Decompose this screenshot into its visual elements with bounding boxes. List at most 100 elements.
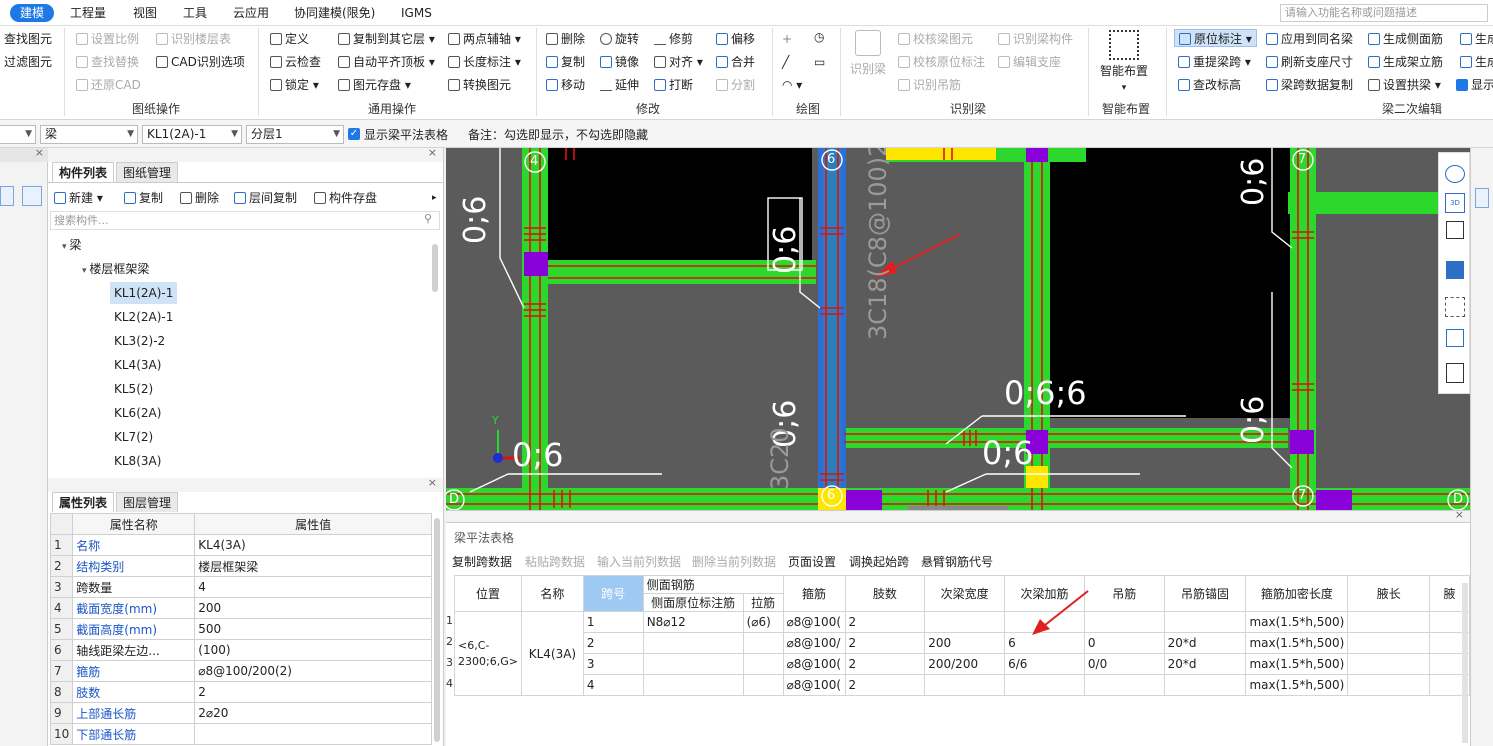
cell-dense-length[interactable]: max(1.5*h,500) xyxy=(1245,674,1349,696)
beam-table-row[interactable]: 4 ⌀8@100(2 max(1.5*h,500) xyxy=(455,674,1470,696)
function-search-input[interactable]: 请输入功能名称或问题描述 xyxy=(1280,4,1488,22)
cell-span[interactable]: 1 xyxy=(582,611,644,633)
cube-icon[interactable] xyxy=(1446,221,1464,239)
property-row[interactable]: 7 箍筋 ⌀8@100/200(2) xyxy=(49,660,432,682)
merge-button[interactable]: 合并 xyxy=(716,53,755,71)
property-value[interactable]: (100) xyxy=(194,639,432,661)
menu-quantity[interactable]: 工程量 xyxy=(70,4,106,22)
cell-span[interactable]: 2 xyxy=(582,632,644,654)
cell-haunch-length[interactable] xyxy=(1347,632,1431,654)
cell-side-in-situ[interactable]: N8⌀12 xyxy=(642,611,744,633)
component-search-input[interactable]: 搜索构件... xyxy=(50,211,440,230)
show-table-checkbox[interactable]: ✓ xyxy=(348,128,360,140)
cad-options-button[interactable]: CAD识别选项 xyxy=(156,53,245,71)
cell-sec-width[interactable] xyxy=(924,611,1006,633)
tree-scrollbar[interactable] xyxy=(432,244,438,292)
cell-sec-width[interactable]: 200/200 xyxy=(924,653,1006,675)
save-component-button[interactable]: 构件存盘 xyxy=(314,189,377,207)
cell-tie-bar[interactable] xyxy=(742,674,784,696)
group-label-beam-edit[interactable]: 梁二次编辑 xyxy=(1382,100,1442,117)
fit-view-icon[interactable] xyxy=(1445,297,1465,317)
lock-button[interactable]: 锁定 ▾ xyxy=(270,76,319,94)
tree-group-frame-beam[interactable]: ▾ 楼层框架梁 xyxy=(82,258,149,280)
cell-dense-length[interactable]: max(1.5*h,500) xyxy=(1245,653,1349,675)
property-row[interactable]: 2 结构类别 楼层框架梁 xyxy=(49,555,432,577)
property-row[interactable]: 4 截面宽度(mm) 200 xyxy=(49,597,432,619)
close-icon[interactable]: × xyxy=(1455,508,1464,521)
cell-hanger[interactable]: 0/0 xyxy=(1083,653,1165,675)
tree-item-kl4[interactable]: KL4(3A) xyxy=(114,354,161,376)
smart-layout-button[interactable]: 智能布置 ▾ xyxy=(1094,30,1154,93)
recognize-hanger-button[interactable]: 识别吊筋 xyxy=(898,76,961,94)
property-row[interactable]: 3 跨数量 4 xyxy=(49,576,432,598)
tree-item-kl7[interactable]: KL7(2) xyxy=(114,426,153,448)
re-span-button[interactable]: 重提梁跨 ▾ xyxy=(1178,53,1251,71)
apply-same-name-button[interactable]: 应用到同名梁 xyxy=(1266,30,1353,48)
cell-dense-length[interactable]: max(1.5*h,500) xyxy=(1245,632,1349,654)
cell-tie-bar[interactable] xyxy=(742,632,784,654)
orbit-icon[interactable] xyxy=(1445,165,1465,183)
swap-start-span-action[interactable]: 调换起始跨 xyxy=(849,553,909,570)
extend-button[interactable]: 延伸 xyxy=(600,76,639,94)
tree-item-kl3[interactable]: KL3(2)-2 xyxy=(114,330,165,352)
copy-span-data-button[interactable]: 梁跨数据复制 xyxy=(1266,76,1353,94)
cell-haunch-length[interactable] xyxy=(1347,674,1431,696)
component-select[interactable]: KL1(2A)-1 ▼ xyxy=(142,125,242,144)
cell-stirrup[interactable]: ⌀8@100/ xyxy=(782,632,846,654)
menu-view[interactable]: 视图 xyxy=(133,4,157,22)
cell-dense-length[interactable]: max(1.5*h,500) xyxy=(1245,611,1349,633)
refresh-support-button[interactable]: 刷新支座尺寸 xyxy=(1266,53,1353,71)
cell-tie-bar[interactable]: (⌀6) xyxy=(742,611,784,633)
menu-tools[interactable]: 工具 xyxy=(183,4,207,22)
list-view-icon[interactable] xyxy=(0,186,14,206)
cell-haunch-length[interactable] xyxy=(1347,653,1431,675)
cell-hanger[interactable] xyxy=(1083,611,1165,633)
check-beam-button[interactable]: 校核梁图元 xyxy=(898,30,973,48)
cell-legs[interactable]: 2 xyxy=(844,674,926,696)
cell-side-in-situ[interactable] xyxy=(642,674,744,696)
delete-button[interactable]: 删除 xyxy=(546,30,585,48)
cloud-check-button[interactable]: 云检查 xyxy=(270,53,321,71)
menu-modeling[interactable]: 建模 xyxy=(10,4,55,22)
trim-button[interactable]: 修剪 xyxy=(654,30,693,48)
element-save-button[interactable]: 图元存盘 ▾ xyxy=(338,76,411,94)
property-value[interactable]: 500 xyxy=(194,618,432,640)
group-label-modify[interactable]: 修改 xyxy=(636,100,660,117)
menu-collab[interactable]: 协同建模(限免) xyxy=(294,4,375,22)
check-support-button[interactable]: 校核原位标注 xyxy=(898,53,985,71)
tab-component-list[interactable]: 构件列表 xyxy=(52,162,115,182)
tree-item-kl2[interactable]: KL2(2A)-1 xyxy=(114,306,173,328)
recognize-floor-button[interactable]: 识别楼层表 xyxy=(156,30,231,48)
draw-line-icon[interactable]: ╱ xyxy=(782,53,789,71)
element-type-select[interactable]: 梁 ▼ xyxy=(40,125,138,144)
beam-table-row[interactable]: <6,C-2300;6,G> KL4(3A) 1 N8⌀12 (⌀6) ⌀8@100(2 m… xyxy=(454,611,1470,696)
draw-rect-icon[interactable]: ▭ xyxy=(814,53,825,71)
cell-legs[interactable]: 2 xyxy=(844,632,926,654)
more-actions-icon[interactable]: ▸ xyxy=(432,189,437,207)
property-value[interactable]: 2⌀20 xyxy=(194,702,432,724)
cell-sec-width[interactable]: 200 xyxy=(924,632,1006,654)
property-row[interactable]: 6 轴线距梁左边... (100) xyxy=(49,639,432,661)
paste-span-data-action[interactable]: 粘贴跨数据 xyxy=(525,553,585,570)
group-label-drawing-ops[interactable]: 图纸操作 xyxy=(132,100,180,117)
tree-item-kl8[interactable]: KL8(3A) xyxy=(114,450,161,472)
close-icon[interactable]: × xyxy=(428,146,437,159)
table-scrollbar[interactable] xyxy=(1462,583,1468,743)
property-value[interactable]: KL4(3A) xyxy=(194,534,432,556)
display-box-icon[interactable] xyxy=(1446,329,1464,347)
cell-stirrup[interactable]: ⌀8@100( xyxy=(782,611,846,633)
tree-item-kl1[interactable]: KL1(2A)-1 xyxy=(110,282,178,304)
cantilever-code-action[interactable]: 悬臂钢筋代号 xyxy=(921,553,993,570)
beam-table-row[interactable]: 2 ⌀8@100/2 200 6 0 20*d max(1.5*h,500) xyxy=(455,632,1470,654)
gen-more-button[interactable]: 生成 xyxy=(1460,30,1493,48)
delete-column-action[interactable]: 删除当前列数据 xyxy=(692,553,776,570)
draw-rotate-point-icon[interactable]: ◷ xyxy=(814,28,824,46)
recognize-component-button[interactable]: 识别梁构件 xyxy=(998,30,1073,48)
cell-sec-add[interactable] xyxy=(1004,674,1085,696)
property-row[interactable]: 10 下部通长筋 xyxy=(49,723,432,745)
cell-hanger-anchor[interactable]: 20*d xyxy=(1163,632,1247,654)
split-button[interactable]: 分割 xyxy=(716,76,755,94)
property-value[interactable]: 4 xyxy=(194,576,432,598)
move-button[interactable]: 移动 xyxy=(546,76,585,94)
align-button[interactable]: 对齐 ▾ xyxy=(654,53,703,71)
